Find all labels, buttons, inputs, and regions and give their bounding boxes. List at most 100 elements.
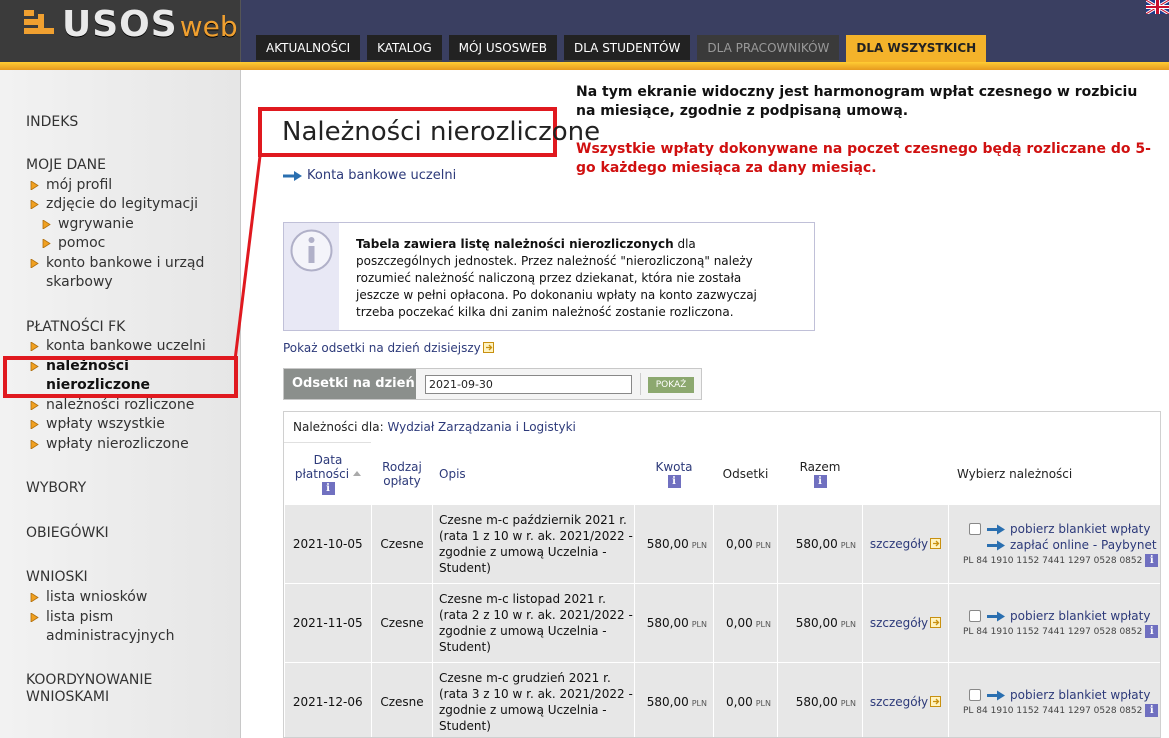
bank-accounts-link-text: Konta bankowe uczelni [307, 168, 457, 183]
notice-line-1: Na tym ekranie widoczny jest harmonogram… [576, 84, 1138, 119]
tab-dla-studentow[interactable]: DLA STUDENTÓW [563, 35, 691, 62]
sidebar-heading-wybory[interactable]: WYBORY [26, 480, 86, 496]
sidebar-item-label: wgrywanie [58, 216, 134, 232]
info-small-icon[interactable]: i [813, 474, 827, 488]
external-arrow-icon[interactable] [930, 617, 942, 628]
unit-link[interactable]: Wydział Zarządzania i Logistyki [387, 420, 575, 434]
col-header-type-l2: opłaty [383, 473, 421, 488]
col-header-amount[interactable]: Kwota i [634, 442, 714, 505]
sidebar-item-moj-profil[interactable]: mój profil [30, 176, 112, 195]
interest-value: 0,00 [726, 616, 753, 630]
tab-katalog[interactable]: KATALOG [367, 35, 442, 62]
info-small-icon[interactable]: i [321, 481, 335, 495]
select-checkbox[interactable] [969, 689, 981, 701]
blue-arrow-icon [987, 524, 1005, 534]
sidebar-heading-koordynowanie[interactable]: KOORDYNOWANIE WNIOSKAMI [26, 672, 152, 705]
pay-online-link[interactable]: zapłać online - Paybynet [1010, 538, 1157, 552]
highlight-box-sidebar [3, 356, 238, 398]
account-number: PL 84 1910 1152 7441 1297 0528 0852 [963, 555, 1143, 566]
details-link[interactable]: szczegóły [870, 695, 928, 709]
interest-value: 0,00 [726, 537, 753, 551]
currency-label: PLN [755, 620, 771, 629]
amount-value: 580,00 [646, 537, 689, 551]
cell-desc: Czesne m-c grudzień 2021 r. (rata 3 z 10… [432, 662, 635, 737]
info-small-icon[interactable]: i [1145, 553, 1159, 567]
currency-label: PLN [691, 699, 707, 708]
logo[interactable]: USOSweb [0, 0, 241, 64]
total-value: 580,00 [795, 537, 838, 551]
bank-accounts-link[interactable]: Konta bankowe uczelni [283, 168, 456, 183]
show-interest-link[interactable]: Pokaż odsetki na dzień dzisiejszy [283, 341, 494, 355]
cell-amount: 580,00 PLN [634, 504, 714, 584]
cell-desc: Czesne m-c listopad 2021 r. (rata 2 z 10… [432, 583, 635, 663]
external-arrow-icon[interactable] [930, 696, 942, 707]
col-header-amount-text: Kwota [655, 459, 693, 474]
select-checkbox[interactable] [969, 610, 981, 622]
orange-bullet-icon [30, 420, 39, 429]
external-arrow-icon [482, 342, 494, 353]
sidebar-item-konto-bankowe[interactable]: konto bankowe i urząd skarbowy [30, 254, 204, 292]
sidebar-item-label: lista pism [46, 609, 114, 625]
currency-label: PLN [691, 620, 707, 629]
details-link[interactable]: szczegóły [870, 537, 928, 551]
sidebar-heading-moje-dane[interactable]: MOJE DANE [26, 157, 106, 173]
info-small-icon[interactable]: i [1145, 703, 1159, 717]
sidebar-heading-platnosci[interactable]: PŁATNOŚCI FK [26, 319, 125, 335]
sidebar-item-wplaty-nierozliczone[interactable]: wpłaty nierozliczone [30, 435, 189, 454]
download-form-link[interactable]: pobierz blankiet wpłaty [1010, 522, 1150, 536]
sidebar-item-label: wpłaty wszystkie [46, 416, 165, 432]
tab-aktualnosci[interactable]: AKTUALNOŚCI [256, 35, 361, 62]
external-arrow-icon[interactable] [930, 538, 942, 549]
info-small-icon[interactable]: i [1145, 624, 1159, 638]
sidebar-item-naleznosci-rozliczone[interactable]: należności rozliczone [30, 396, 194, 415]
cell-total: 580,00 PLN [777, 662, 863, 737]
sidebar-item-lista-pism[interactable]: lista pism administracyjnych [30, 608, 174, 646]
tab-moj-usosweb[interactable]: MÓJ USOSWEB [448, 35, 557, 62]
sidebar-item-konta-bankowe-uczelni[interactable]: konta bankowe uczelni [30, 337, 206, 356]
orange-bullet-icon [30, 440, 39, 449]
sidebar-item-wplaty-wszystkie[interactable]: wpłaty wszystkie [30, 415, 165, 434]
currency-label: PLN [755, 541, 771, 550]
sidebar-heading-line: KOORDYNOWANIE [26, 672, 153, 688]
cell-type: Czesne [371, 662, 433, 737]
dues-table: Data płatności i Rodzaj opłaty Opis Kwot… [284, 442, 1160, 737]
tab-dla-wszystkich[interactable]: DLA WSZYSTKICH [846, 35, 987, 62]
col-header-date-text: płatności [294, 466, 350, 481]
cell-interest: 0,00 PLN [713, 662, 778, 737]
download-row: pobierz blankiet wpłaty [955, 609, 1160, 623]
details-link[interactable]: szczegóły [870, 616, 928, 630]
orange-bullet-icon [42, 239, 51, 248]
orange-bullet-icon [30, 200, 39, 209]
currency-label: PLN [840, 620, 856, 629]
sidebar-item-lista-wnioskow[interactable]: lista wniosków [30, 588, 147, 607]
show-button[interactable]: POKAŻ [648, 377, 694, 393]
tab-dla-pracownikow[interactable]: DLA PRACOWNIKÓW [697, 35, 840, 62]
main-nav: AKTUALNOŚCI KATALOG MÓJ USOSWEB DLA STUD… [256, 35, 987, 62]
sidebar-item-wgrywanie[interactable]: wgrywanie [42, 215, 134, 234]
col-header-desc[interactable]: Opis [432, 442, 635, 505]
usos-logo-icon [24, 10, 54, 34]
sidebar-item-label-cont: skarbowy [46, 274, 113, 290]
interest-date-input[interactable]: 2021-09-30 [425, 375, 632, 394]
sidebar-heading-obiegowki[interactable]: OBIEGÓWKI [26, 525, 109, 541]
download-form-link[interactable]: pobierz blankiet wpłaty [1010, 688, 1150, 702]
uk-flag-icon[interactable] [1146, 0, 1169, 14]
info-small-icon[interactable]: i [667, 474, 681, 488]
download-row: pobierz blankiet wpłaty [955, 688, 1160, 702]
sidebar-heading-indeks[interactable]: INDEKS [26, 114, 78, 130]
col-header-total-text: Razem [799, 459, 841, 474]
interest-date-form: Odsetki na dzień 2021-09-30 POKAŻ [283, 368, 702, 400]
col-header-type[interactable]: Rodzaj opłaty [371, 442, 433, 505]
download-form-link[interactable]: pobierz blankiet wpłaty [1010, 609, 1150, 623]
sidebar-item-pomoc[interactable]: pomoc [42, 234, 105, 253]
info-box: Tabela zawiera listę należności nierozli… [283, 222, 815, 331]
orange-bullet-icon [30, 181, 39, 190]
table-row: 2021-12-06 Czesne Czesne m-c grudzień 20… [284, 662, 1160, 737]
form-separator [640, 373, 641, 395]
sidebar-heading-wnioski[interactable]: WNIOSKI [26, 569, 88, 585]
amount-value: 580,00 [646, 616, 689, 630]
logo-text: USOSweb [62, 4, 238, 45]
col-header-date[interactable]: Data płatności i [284, 442, 372, 505]
sidebar-item-zdjecie[interactable]: zdjęcie do legitymacji [30, 195, 198, 214]
select-checkbox[interactable] [969, 523, 981, 535]
